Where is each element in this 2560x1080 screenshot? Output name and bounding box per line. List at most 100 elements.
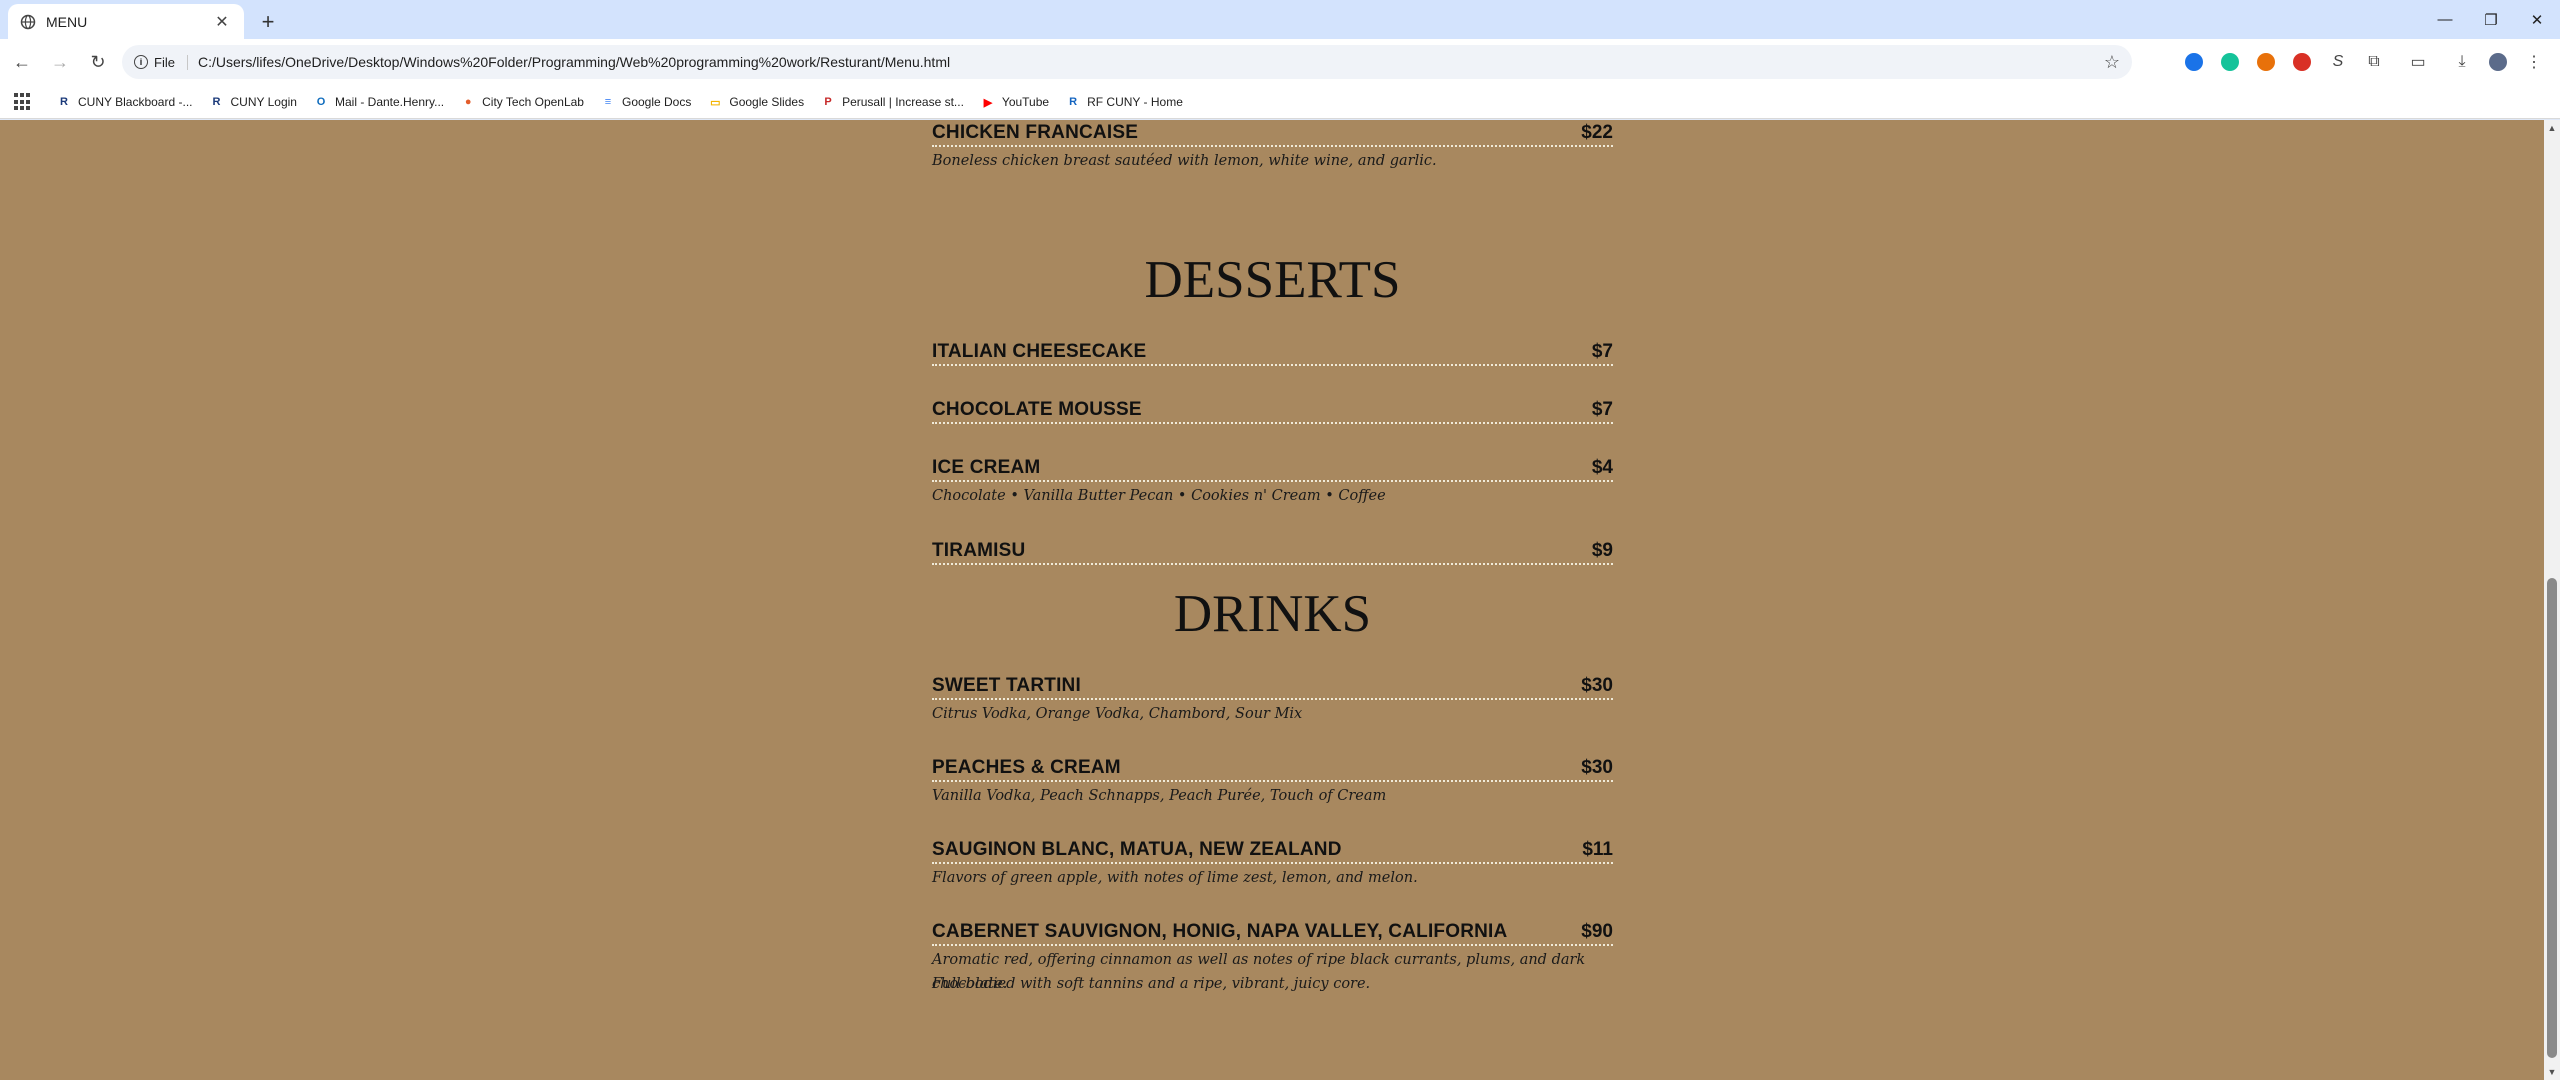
bookmark-item[interactable]: ▶ YouTube [980,94,1049,110]
bookmark-label: YouTube [1001,95,1050,109]
item-price: $22 [1581,122,1613,143]
bookmark-label: CUNY Login [230,95,297,109]
menu-item-row: PEACHES & CREAM $30 [932,757,1613,782]
bookmark-item[interactable]: R CUNY Login [209,94,297,110]
bookmark-item[interactable]: ● City Tech OpenLab [460,94,584,110]
scrollbar-thumb[interactable] [2547,578,2557,1058]
menu-item-row: CHICKEN FRANCAISE $22 [932,122,1613,147]
forward-arrow-icon[interactable]: → [44,47,76,79]
cuny-icon: R [212,96,221,108]
item-name: PEACHES & CREAM [932,757,1121,778]
extensions-puzzle-icon[interactable]: ⧉ [2356,46,2392,78]
bookmarks-bar: R CUNY Blackboard -... R CUNY Login O Mail - … [0,86,2560,119]
bookmark-label: City Tech OpenLab [482,95,584,109]
item-price: $30 [1581,757,1613,778]
page-viewport: CHICKEN FRANCAISE $22 Boneless chicken b… [0,120,2544,1080]
extension-b-icon[interactable] [2176,46,2212,78]
rfcuny-icon: R [1069,96,1078,108]
scroll-down-arrow-icon[interactable]: ▼ [2544,1064,2560,1080]
bookmark-label: Google Slides [729,95,805,109]
menu-item-row: ICE CREAM $4 [932,457,1613,482]
more-menu-icon[interactable]: ⋮ [2516,46,2552,78]
menu-item-row: TIRAMISU $9 [932,540,1613,565]
item-price: $7 [1591,399,1613,420]
item-price: $90 [1581,921,1613,942]
blackboard-icon: R [60,96,68,108]
item-name: ITALIAN CHEESECAKE [932,341,1147,362]
item-name: CABERNET SAUVIGNON, HONIG, NAPA VALLEY, … [932,921,1508,942]
bookmark-item[interactable]: R RF CUNY - Home [1065,94,1183,110]
section-title-drinks: DRINKS [1173,585,1372,643]
minimize-icon[interactable]: — [2422,0,2468,39]
new-tab-icon[interactable]: + [254,8,282,36]
item-name: TIRAMISU [932,540,1026,561]
close-tab-icon[interactable]: ✕ [212,12,232,32]
item-name: CHICKEN FRANCAISE [932,122,1139,143]
item-description: Flavors of green apple, with notes of li… [932,870,1418,886]
bookmark-label: Mail - Dante.Henry... [334,95,445,109]
item-description: Boneless chicken breast sautéed with lem… [932,153,1437,169]
slides-icon: ▭ [710,96,721,109]
bookmark-item[interactable]: P Perusall | Increase st... [820,94,964,110]
bookmark-item[interactable]: ▭ Google Slides [707,94,804,110]
tab-title: MENU [46,13,88,30]
window-controls: — ❐ ✕ [2422,0,2560,39]
globe-icon [20,14,36,30]
item-name: SAUGINON BLANC, MATUA, NEW ZEALAND [932,839,1342,860]
item-price: $7 [1591,341,1613,362]
item-price: $4 [1591,457,1613,478]
section-title-desserts: DESSERTS [1144,251,1401,309]
item-description: Citrus Vodka, Orange Vodka, Chambord, So… [932,706,1303,722]
menu-item-row: ITALIAN CHEESECAKE $7 [932,341,1613,366]
download-icon[interactable]: ⤓ [2444,46,2480,78]
url-text[interactable]: C:/Users/lifes/OneDrive/Desktop/Windows%… [198,54,2104,70]
page-scrollbar[interactable]: ▲ ▼ [2544,120,2560,1080]
bookmark-label: CUNY Blackboard -... [78,95,193,109]
outlook-icon: O [316,96,326,108]
bookmark-label: RF CUNY - Home [1087,95,1183,109]
menu-item-row: SAUGINON BLANC, MATUA, NEW ZEALAND $11 [932,839,1613,864]
reload-icon[interactable]: ↻ [82,47,114,79]
site-info-label: File [154,54,175,70]
item-price: $9 [1591,540,1613,561]
extension-shield-icon[interactable] [2248,46,2284,78]
back-arrow-icon[interactable]: ← [6,47,38,79]
item-price: $30 [1581,675,1613,696]
extension-grammarly-icon[interactable] [2212,46,2248,78]
menu-item-row: CHOCOLATE MOUSSE $7 [932,399,1613,424]
menu-item-row: CABERNET SAUVIGNON, HONIG, NAPA VALLEY, … [932,921,1613,946]
bookmark-label: Google Docs [621,95,692,109]
apps-grid-icon[interactable] [14,93,32,111]
bookmark-star-icon[interactable]: ☆ [2104,52,2120,73]
address-bar[interactable]: i File C:/Users/lifes/OneDrive/Desktop/W… [122,45,2132,79]
perusall-icon: P [824,96,832,108]
extensions-area: S ⧉ ▭ ⤓ ⋮ [2176,46,2552,78]
docs-icon: ≡ [604,96,612,108]
extension-tp-icon[interactable] [2284,46,2320,78]
item-name: CHOCOLATE MOUSSE [932,399,1142,420]
tab-menu[interactable]: MENU ✕ [8,4,244,39]
openlab-icon: ● [464,96,472,108]
bookmark-label: Perusall | Increase st... [842,95,964,109]
site-info-chip[interactable]: i File [134,54,188,70]
item-description-line-2: Full-bodied with soft tannins and a ripe… [932,976,1371,992]
item-name: SWEET TARTINI [932,675,1081,696]
bookmark-item[interactable]: ≡ Google Docs [600,94,692,110]
item-description: Vanilla Vodka, Peach Schnapps, Peach Pur… [932,788,1387,804]
item-price: $11 [1582,839,1613,860]
menu-item-row: SWEET TARTINI $30 [932,675,1613,700]
profile-avatar[interactable] [2480,46,2516,78]
info-icon: i [134,55,148,69]
tab-strip: MENU ✕ + — ❐ ✕ [0,0,2560,39]
browser-toolbar: ← → ↻ i File C:/Users/lifes/OneDrive/Des… [0,39,2560,86]
item-name: ICE CREAM [932,457,1041,478]
media-cast-icon[interactable]: ▭ [2400,46,2436,78]
bookmark-item[interactable]: O Mail - Dante.Henry... [313,94,444,110]
extension-s-icon[interactable]: S [2320,46,2356,78]
close-window-icon[interactable]: ✕ [2514,0,2560,39]
scroll-up-arrow-icon[interactable]: ▲ [2544,120,2560,136]
item-description: Chocolate • Vanilla Butter Pecan • Cooki… [932,488,1386,504]
restore-icon[interactable]: ❐ [2468,0,2514,39]
bookmark-item[interactable]: R CUNY Blackboard -... [56,94,193,110]
youtube-icon: ▶ [983,96,993,109]
